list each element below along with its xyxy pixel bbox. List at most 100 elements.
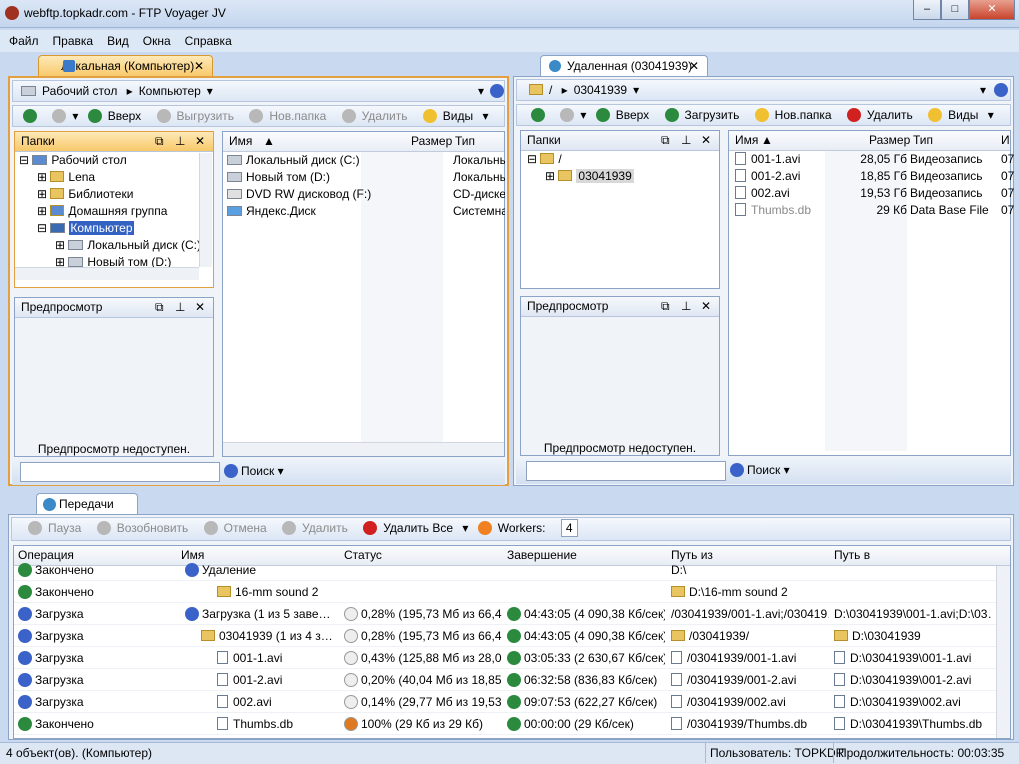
local-file-list: Имя ▲ Размер Тип Локальный диск (C:) Локал… xyxy=(222,131,505,457)
remote-file-list: Имя ▲ Размер Тип И 001-1.avi 28,05 Гб Видео… xyxy=(728,130,1014,456)
cancel-button[interactable]: Отмена xyxy=(203,518,273,538)
transfer-row[interactable]: Загрузка 03041939 (1 из 4 з… 0,28% (195,73… xyxy=(14,625,1010,647)
tree-item-selected[interactable]: ⊞ 03041939 xyxy=(521,168,719,185)
dropdown-icon[interactable]: ▾ xyxy=(980,80,986,100)
transfer-row[interactable]: Загрузка 002.avi 0,14% (29,77 Мб из 19,53…… xyxy=(14,691,1010,713)
resume-button[interactable]: Возобновить xyxy=(96,518,195,538)
delete-button[interactable]: Удалить xyxy=(846,105,919,125)
vertical-scrollbar[interactable] xyxy=(199,153,212,267)
delete-button[interactable]: Удалить xyxy=(341,106,414,126)
col-name[interactable]: Имя xyxy=(735,131,758,150)
tree-item-selected[interactable]: ⊟ Компьютер xyxy=(15,220,213,237)
tree-item[interactable]: ⊞ Домашняя группа xyxy=(15,203,213,220)
col-type[interactable]: Тип xyxy=(455,132,475,151)
col-type[interactable]: Тип xyxy=(913,131,933,150)
close-icon[interactable]: ✕ xyxy=(195,132,205,151)
remove-button[interactable]: Удалить xyxy=(282,518,354,538)
dropdown-icon[interactable]: ▾ xyxy=(478,81,484,101)
from-cell: /03041939/ xyxy=(689,629,750,643)
file-row[interactable]: Локальный диск (C:) Локальны xyxy=(223,152,505,169)
menu-view[interactable]: Вид xyxy=(100,30,136,52)
col-name[interactable]: Имя xyxy=(229,132,252,151)
local-search-input[interactable] xyxy=(20,462,220,482)
transfer-row[interactable]: Закончено Удаление D:\ xyxy=(14,559,1010,581)
up-button[interactable]: Вверх xyxy=(595,105,655,125)
menu-edit[interactable]: Правка xyxy=(46,30,101,52)
remove-all-button[interactable]: Удалить Все ▾ xyxy=(363,518,468,538)
tab-remote[interactable]: Удаленная (03041939) ✕ xyxy=(540,55,708,77)
file-row[interactable]: Новый том (D:) Локальны xyxy=(223,169,505,186)
new-folder-button[interactable]: Нов.папка xyxy=(754,105,838,125)
op-cell: Закончено xyxy=(35,717,94,731)
file-row[interactable]: 001-1.avi 28,05 Гб Видеозапись 07 xyxy=(729,151,1014,168)
horizontal-scrollbar[interactable] xyxy=(15,267,199,280)
maximize-button[interactable]: □ xyxy=(941,0,969,20)
remote-search-input[interactable] xyxy=(526,461,726,481)
minimize-button[interactable]: – xyxy=(913,0,941,20)
file-row[interactable]: Thumbs.db 29 Кб Data Base File 07 xyxy=(729,202,1014,219)
pin-icon[interactable]: ⊥ xyxy=(175,132,185,151)
close-tab-icon[interactable]: ✕ xyxy=(194,56,204,76)
pause-button[interactable]: Пауза xyxy=(28,518,87,538)
local-search-button[interactable]: Поиск ▾ xyxy=(224,464,284,478)
status-user: Пользователь: TOPKDR xyxy=(705,743,844,763)
tree-item[interactable]: ⊟ Рабочий стол xyxy=(15,152,213,169)
menu-file[interactable]: Файл xyxy=(2,30,46,52)
views-button[interactable]: Виды ▾ xyxy=(422,106,489,126)
finish-cell: 04:43:05 (4 090,38 Кб/сек) xyxy=(524,607,665,621)
float-icon[interactable]: ⧉ xyxy=(155,298,164,317)
close-icon[interactable]: ✕ xyxy=(701,131,711,150)
close-button[interactable]: ✕ xyxy=(969,0,1015,20)
pin-icon[interactable]: ⊥ xyxy=(175,298,185,317)
up-button[interactable]: Вверх xyxy=(87,106,147,126)
views-button[interactable]: Виды ▾ xyxy=(928,105,994,125)
float-icon[interactable]: ⧉ xyxy=(155,132,164,151)
back-icon[interactable] xyxy=(531,108,545,122)
horizontal-scrollbar[interactable] xyxy=(223,442,504,456)
upload-button[interactable]: Выгрузить xyxy=(156,106,241,126)
path-folder[interactable]: 03041939 xyxy=(574,80,627,100)
tree-item[interactable]: ⊟ / xyxy=(521,151,719,168)
file-row[interactable]: 001-2.avi 18,85 Гб Видеозапись 07 xyxy=(729,168,1014,185)
to-cell: D:\03041939 xyxy=(852,629,921,643)
back-icon[interactable] xyxy=(23,109,37,123)
col-extra[interactable]: И xyxy=(1001,131,1010,150)
transfer-row[interactable]: Загрузка 001-2.avi 0,20% (40,04 Мб из 18,8… xyxy=(14,669,1010,691)
tab-local[interactable]: Локальная (Компьютер) ✕ xyxy=(38,55,213,77)
tree-item[interactable]: ⊞ Локальный диск (C:) xyxy=(15,237,213,254)
transfer-row[interactable]: Закончено 16-mm sound 2 D:\16-mm sound 2 xyxy=(14,581,1010,603)
close-tab-icon[interactable]: ✕ xyxy=(689,56,699,76)
col-size[interactable]: Размер xyxy=(411,132,452,151)
download-button[interactable]: Загрузить xyxy=(664,105,746,125)
file-row[interactable]: 002.avi 19,53 Гб Видеозапись 07 xyxy=(729,185,1014,202)
close-icon[interactable]: ✕ xyxy=(701,297,711,316)
path-desktop[interactable]: Рабочий стол xyxy=(42,81,117,101)
tab-transfers[interactable]: Передачи xyxy=(36,493,138,515)
float-icon[interactable]: ⧉ xyxy=(661,131,670,150)
local-folders-box: Папки ⧉ ⊥ ✕ ⊟ Рабочий стол ⊞ Lena ⊞ Библиот… xyxy=(14,131,214,288)
from-cell: D:\16-mm sound 2 xyxy=(689,585,788,599)
transfer-row[interactable]: Загрузка Загрузка (1 из 5 заве… 0,28% (195… xyxy=(14,603,1010,625)
transfer-row[interactable]: Загрузка 001-1.avi 0,43% (125,88 Мб из 28,… xyxy=(14,647,1010,669)
menu-help[interactable]: Справка xyxy=(178,30,239,52)
path-computer[interactable]: Компьютер xyxy=(139,81,201,101)
remote-toolbar: ▾ Вверх Загрузить Нов.папка Удалить Виды… xyxy=(516,104,1011,126)
menu-windows[interactable]: Окна xyxy=(136,30,178,52)
vertical-scrollbar[interactable] xyxy=(996,566,1010,738)
refresh-icon[interactable] xyxy=(490,84,504,98)
workers-stepper[interactable]: 4 xyxy=(560,519,578,537)
remote-search-button[interactable]: Поиск ▾ xyxy=(730,463,790,477)
file-row[interactable]: Яндекс.Диск Системна xyxy=(223,203,505,220)
transfer-row[interactable]: Закончено Thumbs.db 100% (29 Кб из 29 Кб) 0… xyxy=(14,713,1010,735)
pin-icon[interactable]: ⊥ xyxy=(681,297,691,316)
tree-item[interactable]: ⊞ Библиотеки xyxy=(15,186,213,203)
path-root[interactable]: / xyxy=(549,80,552,100)
col-size[interactable]: Размер xyxy=(869,131,910,150)
close-icon[interactable]: ✕ xyxy=(195,298,205,317)
float-icon[interactable]: ⧉ xyxy=(661,297,670,316)
file-row[interactable]: DVD RW дисковод (F:) CD-диске xyxy=(223,186,505,203)
new-folder-button[interactable]: Нов.папка xyxy=(249,106,332,126)
refresh-icon[interactable] xyxy=(994,83,1008,97)
pin-icon[interactable]: ⊥ xyxy=(681,131,691,150)
tree-item[interactable]: ⊞ Lena xyxy=(15,169,213,186)
